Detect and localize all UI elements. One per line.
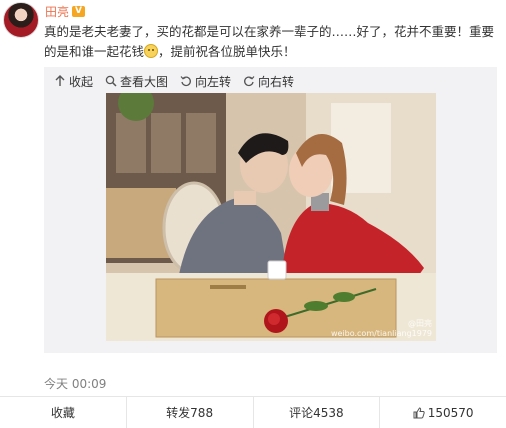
- view-large-button[interactable]: 查看大图: [105, 73, 168, 90]
- watermark-url: weibo.com/tianliang1979: [330, 329, 432, 338]
- rotate-right-button[interactable]: 向右转: [243, 73, 294, 90]
- media-expanded-box: 收起 查看大图 向左转 向右转 @田亮 weibo.com/tianliang1…: [44, 67, 497, 353]
- collapse-label: 收起: [69, 74, 94, 89]
- user-line: 田亮 V: [45, 3, 86, 20]
- magnifier-icon: [105, 75, 117, 87]
- smile-emoji-icon: [144, 44, 159, 58]
- post-text-part2: ，提前祝各位脱单快乐！: [158, 44, 296, 59]
- rotate-left-label: 向左转: [195, 74, 232, 89]
- verified-badge-icon: V: [72, 6, 86, 17]
- comment-label: 评论4538: [289, 406, 344, 420]
- post-action-bar: 收藏 转发788 评论4538 150570: [0, 396, 506, 428]
- repost-label: 转发788: [166, 406, 214, 420]
- rotate-right-label: 向右转: [258, 74, 295, 89]
- collapse-button[interactable]: 收起: [54, 73, 93, 90]
- media-toolbar: 收起 查看大图 向左转 向右转: [54, 71, 306, 91]
- favorite-label: 收藏: [50, 406, 75, 420]
- avatar[interactable]: [3, 2, 39, 38]
- favorite-button[interactable]: 收藏: [0, 397, 127, 428]
- post-text: 真的是老夫老妻了，买的花都是可以在家养一辈子的……好了，花并不重要！重要的是和谁…: [44, 22, 500, 62]
- rotate-left-button[interactable]: 向左转: [180, 73, 231, 90]
- arrow-up-icon: [55, 75, 65, 86]
- post-timestamp[interactable]: 今天 00:09: [44, 375, 106, 392]
- comment-button[interactable]: 评论4538: [254, 397, 381, 428]
- rotate-right-icon: [244, 76, 255, 87]
- thumbs-up-icon: [413, 406, 425, 418]
- photo-illustration: [106, 93, 436, 341]
- like-count: 150570: [427, 405, 474, 420]
- username[interactable]: 田亮: [45, 3, 69, 20]
- post-photo[interactable]: @田亮 weibo.com/tianliang1979: [106, 93, 436, 341]
- view-large-label: 查看大图: [120, 74, 169, 89]
- watermark-handle: @田亮: [408, 319, 432, 328]
- like-button[interactable]: 150570: [380, 397, 506, 428]
- photo-watermark: @田亮 weibo.com/tianliang1979: [331, 319, 432, 339]
- rotate-left-icon: [180, 76, 191, 87]
- weibo-post-card: 田亮 V 真的是老夫老妻了，买的花都是可以在家养一辈子的……好了，花并不重要！重…: [0, 0, 506, 428]
- repost-button[interactable]: 转发788: [127, 397, 254, 428]
